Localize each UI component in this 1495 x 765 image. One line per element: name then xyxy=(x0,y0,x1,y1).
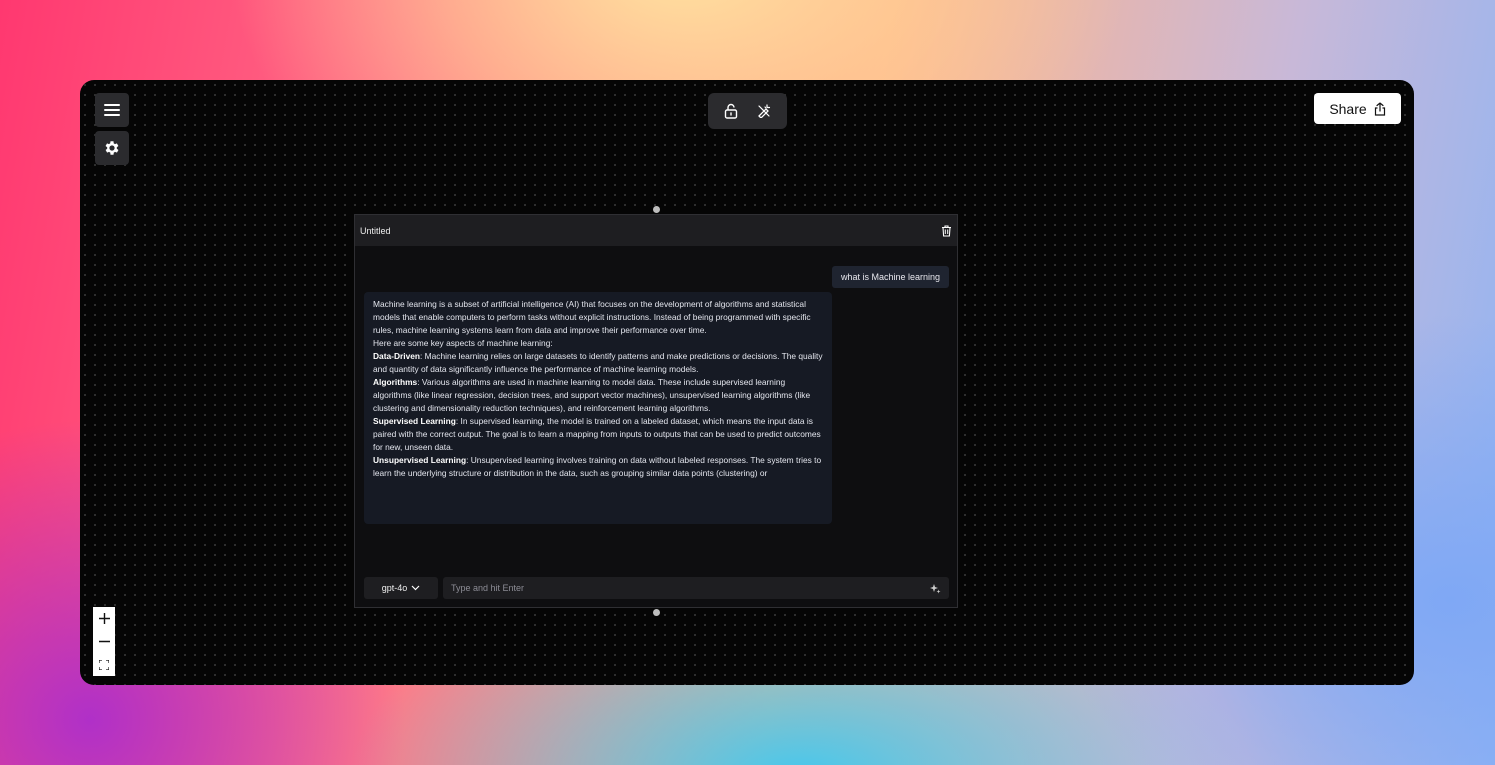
zoom-in-button[interactable] xyxy=(93,607,115,630)
point-text: : Various algorithms are used in machine… xyxy=(373,377,811,413)
prompt-box xyxy=(443,577,949,599)
node-bottom-handle[interactable] xyxy=(653,609,660,616)
node-header: Untitled xyxy=(355,215,957,246)
lock-toggle-button[interactable] xyxy=(718,98,744,124)
model-select-value: gpt-4o xyxy=(381,583,408,593)
point-term: Unsupervised Learning xyxy=(373,455,467,465)
minus-icon xyxy=(98,640,110,643)
share-button[interactable]: Share xyxy=(1314,93,1401,124)
point-text: : Machine learning relies on large datas… xyxy=(373,351,823,374)
sparkle-icon xyxy=(930,583,941,593)
chevron-down-icon xyxy=(411,585,420,591)
response-aspects-heading: Here are some key aspects of machine lea… xyxy=(373,338,553,348)
unlock-icon xyxy=(724,103,737,119)
response-point: Data-Driven: Machine learning relies on … xyxy=(373,350,823,376)
flow-canvas[interactable]: Share Untitled what is Machine learning … xyxy=(80,80,1414,685)
chat-input-row: gpt-4o xyxy=(364,577,949,599)
response-intro: Machine learning is a subset of artifici… xyxy=(373,299,811,335)
prompt-input[interactable] xyxy=(451,583,891,593)
magic-edit-button[interactable] xyxy=(751,98,777,124)
fit-view-icon xyxy=(99,659,109,670)
generate-button[interactable] xyxy=(930,583,941,594)
assistant-message: Machine learning is a subset of artifici… xyxy=(364,292,832,524)
response-point: Algorithms: Various algorithms are used … xyxy=(373,376,823,415)
response-point: Unsupervised Learning: Unsupervised lear… xyxy=(373,454,823,480)
gear-icon xyxy=(105,141,119,155)
response-point: Supervised Learning: In supervised learn… xyxy=(373,415,823,454)
model-select[interactable]: gpt-4o xyxy=(364,577,438,599)
node-top-handle[interactable] xyxy=(653,206,660,213)
fit-view-button[interactable] xyxy=(93,653,115,676)
zoom-controls xyxy=(93,607,115,676)
node-title: Untitled xyxy=(360,225,391,236)
delete-node-button[interactable] xyxy=(941,224,952,237)
share-icon xyxy=(1374,101,1385,116)
point-term: Data-Driven xyxy=(373,351,421,361)
user-message-text: what is Machine learning xyxy=(840,272,940,282)
point-term: Supervised Learning xyxy=(373,416,456,426)
menu-button[interactable] xyxy=(95,93,129,127)
user-message: what is Machine learning xyxy=(831,266,949,288)
canvas-toolbar xyxy=(708,93,787,129)
wand-icon xyxy=(758,104,771,118)
point-term: Algorithms xyxy=(373,377,418,387)
share-label: Share xyxy=(1329,100,1367,117)
zoom-out-button[interactable] xyxy=(93,630,115,653)
trash-icon xyxy=(942,224,951,237)
menu-icon xyxy=(104,104,120,116)
chat-node[interactable]: Untitled what is Machine learning Machin… xyxy=(354,214,958,608)
plus-icon xyxy=(98,613,110,624)
settings-button[interactable] xyxy=(95,131,129,165)
